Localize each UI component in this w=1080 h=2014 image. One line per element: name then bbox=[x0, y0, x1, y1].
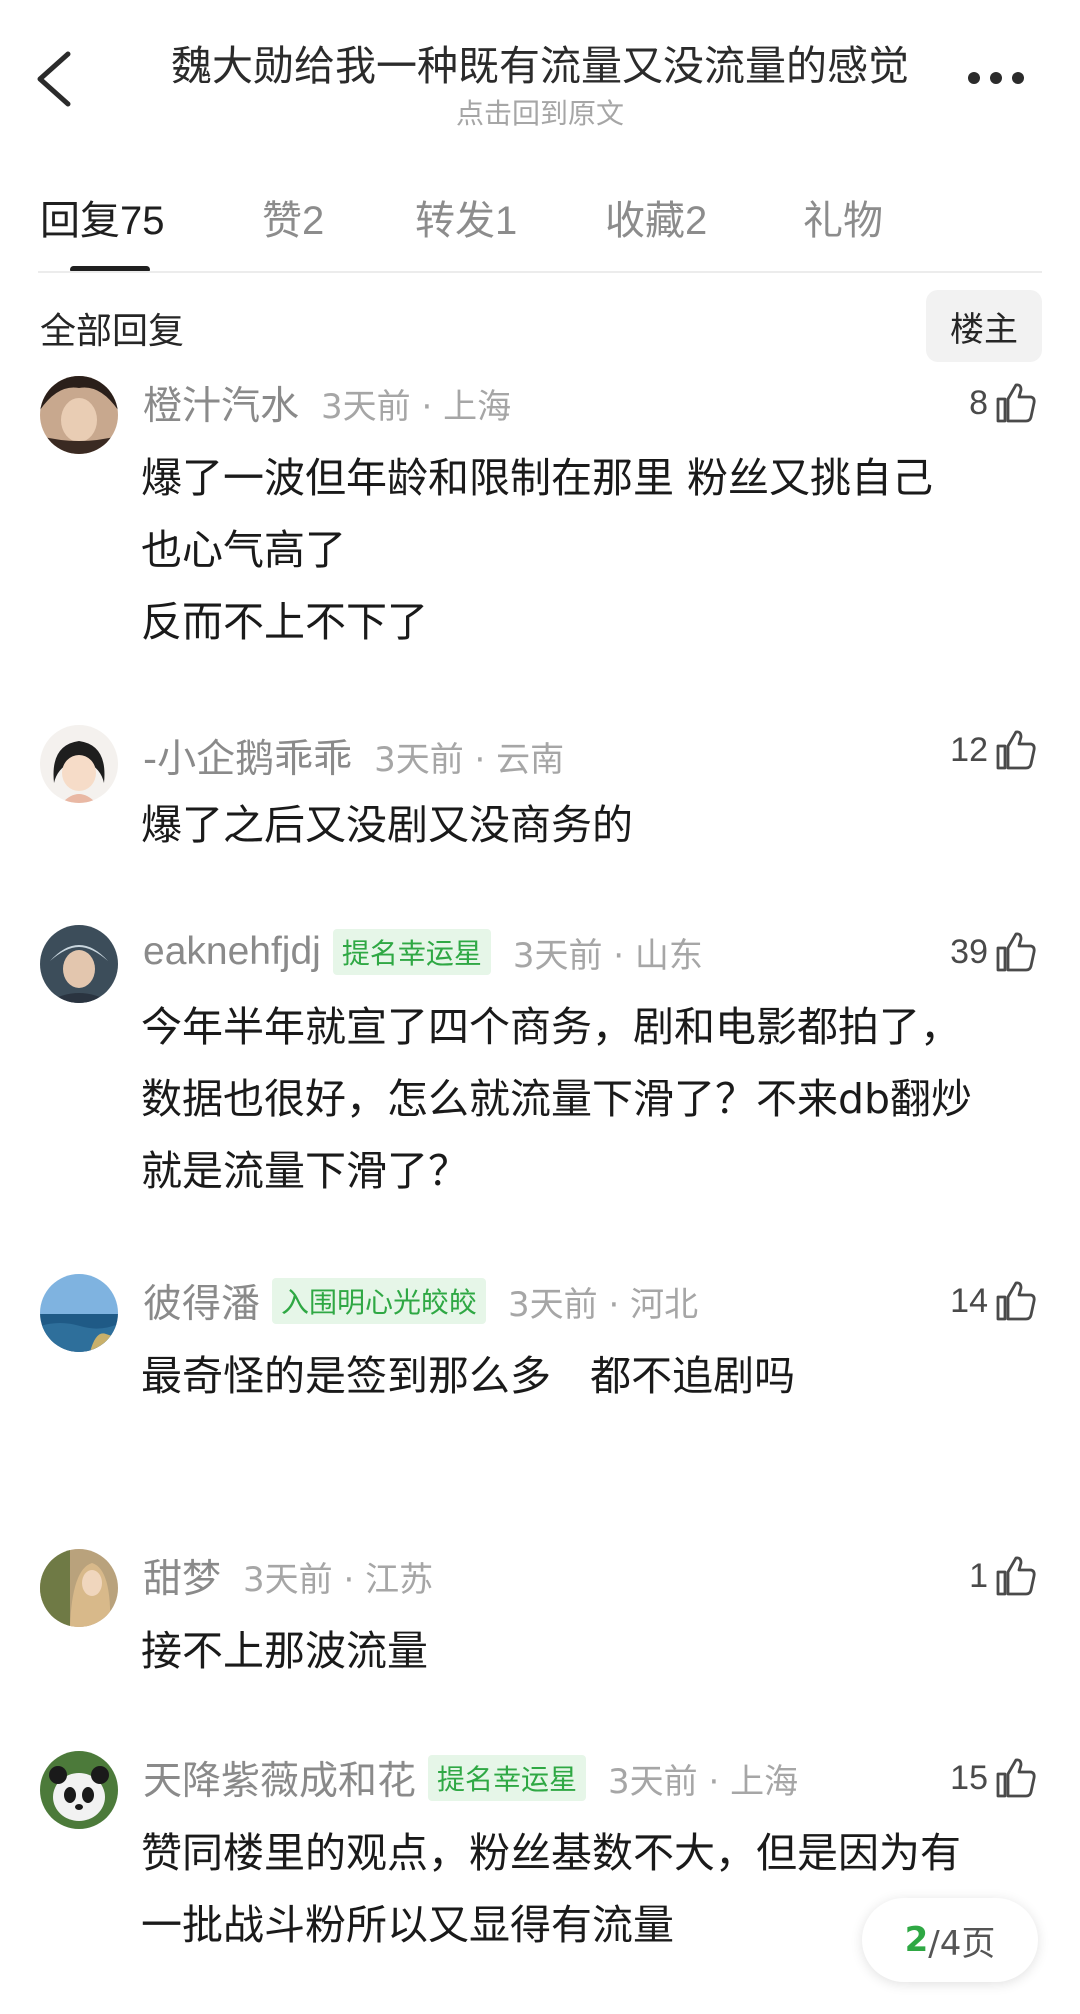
comment-time: 3天前 · 江苏 bbox=[243, 1559, 434, 1600]
tab-label: 转发 bbox=[415, 198, 495, 244]
tab-label: 礼物 bbox=[803, 198, 883, 244]
tab-bar: 回复75 赞2 转发1 收藏2 礼物 bbox=[0, 180, 1080, 273]
time-text: 3天前 bbox=[512, 935, 603, 976]
like-button[interactable]: 15 bbox=[950, 1753, 1038, 1803]
tab-favorites[interactable]: 收藏2 bbox=[605, 188, 707, 246]
username[interactable]: -小企鹅乖乖 bbox=[143, 728, 352, 784]
back-to-post-link[interactable]: 点击回到原文 bbox=[0, 92, 1080, 132]
like-count: 14 bbox=[950, 1281, 988, 1320]
time-text: 3天前 bbox=[243, 1559, 333, 1600]
like-button[interactable]: 8 bbox=[969, 378, 1038, 428]
avatar[interactable] bbox=[40, 376, 118, 454]
comment-text[interactable]: 最奇怪的是签到那么多 都不追剧吗 bbox=[141, 1340, 1041, 1412]
comment-header: 天降紫薇成和花 提名幸运星 3天前 · 上海 bbox=[143, 1750, 799, 1806]
like-button[interactable]: 39 bbox=[950, 927, 1038, 977]
comment-time: 3天前 · 上海 bbox=[321, 386, 512, 427]
avatar[interactable] bbox=[40, 1274, 118, 1352]
username[interactable]: 橙汁汽水 bbox=[143, 375, 299, 431]
comment-text[interactable]: 今年半年就宣了四个商务，剧和电影都拍了， 数据也很好，怎么就流量下滑了？不来db… bbox=[141, 991, 1041, 1207]
total-pages: /4页 bbox=[928, 1923, 996, 1964]
current-page: 2 bbox=[904, 1920, 929, 1960]
comment-time: 3天前 · 河北 bbox=[508, 1284, 699, 1325]
thumbs-up-icon bbox=[996, 932, 1036, 972]
comment-line: 反而不上不下了 bbox=[141, 598, 428, 646]
comment-header: 彼得潘 入围明心光皎皎 3天前 · 河北 bbox=[143, 1273, 699, 1329]
tab-label: 回复 bbox=[40, 198, 120, 244]
tab-gifts[interactable]: 礼物 bbox=[803, 188, 883, 246]
comment-line: 数据也很好，怎么就流量下滑了？不来db翻炒 bbox=[141, 1075, 973, 1123]
op-only-filter-button[interactable]: 楼主 bbox=[926, 290, 1042, 362]
time-text: 3天前 bbox=[374, 739, 464, 780]
tab-count: 1 bbox=[495, 199, 518, 243]
comment-text[interactable]: 爆了一波但年龄和限制在那里 粉丝又挑自己 也心气高了 反而不上不下了 bbox=[141, 442, 1041, 658]
like-button[interactable]: 1 bbox=[969, 1551, 1038, 1601]
location-text: 上海 bbox=[730, 1761, 799, 1802]
thumbs-up-icon bbox=[996, 1281, 1036, 1321]
comment-time: 3天前 · 山东 bbox=[512, 935, 703, 976]
comment-line: 接不上那波流量 bbox=[141, 1627, 428, 1675]
comment-time: 3天前 · 上海 bbox=[608, 1761, 799, 1802]
like-count: 12 bbox=[950, 730, 988, 769]
like-count: 15 bbox=[950, 1758, 988, 1797]
thumbs-up-icon bbox=[996, 1556, 1036, 1596]
user-badge: 提名幸运星 bbox=[428, 1755, 587, 1801]
post-title[interactable]: 魏大勋给我一种既有流量又没流量的感觉 bbox=[140, 32, 940, 92]
tab-replies[interactable]: 回复75 bbox=[40, 188, 165, 246]
tab-label: 收藏 bbox=[605, 198, 685, 244]
comment-line: 今年半年就宣了四个商务，剧和电影都拍了， bbox=[141, 1003, 961, 1051]
comment-line: 最奇怪的是签到那么多 都不追剧吗 bbox=[141, 1352, 796, 1400]
avatar[interactable] bbox=[40, 1751, 118, 1829]
avatar[interactable] bbox=[40, 1549, 118, 1627]
divider bbox=[38, 271, 1042, 273]
location-text: 山东 bbox=[634, 935, 703, 976]
like-count: 1 bbox=[969, 1556, 988, 1595]
comment-header: 甜梦 3天前 · 江苏 bbox=[143, 1548, 434, 1604]
time-text: 3天前 bbox=[608, 1761, 698, 1802]
comment-line: 爆了一波但年龄和限制在那里 粉丝又挑自己 bbox=[141, 454, 934, 502]
comment-header: 橙汁汽水 3天前 · 上海 bbox=[143, 375, 512, 431]
tab-count: 2 bbox=[302, 199, 325, 243]
username[interactable]: eaknehfjdj bbox=[143, 930, 321, 974]
location-text: 江苏 bbox=[365, 1559, 434, 1600]
like-button[interactable]: 12 bbox=[950, 725, 1038, 775]
like-button[interactable]: 14 bbox=[950, 1276, 1038, 1326]
thumbs-up-icon bbox=[996, 383, 1036, 423]
comment-line: 爆了之后又没剧又没商务的 bbox=[141, 801, 633, 849]
comment-header: -小企鹅乖乖 3天前 · 云南 bbox=[143, 728, 565, 784]
comment-text[interactable]: 接不上那波流量 bbox=[141, 1615, 1041, 1687]
user-badge: 提名幸运星 bbox=[332, 929, 491, 975]
comment-text[interactable]: 爆了之后又没剧又没商务的 bbox=[141, 789, 1041, 861]
comment-line: 就是流量下滑了？ bbox=[141, 1147, 469, 1195]
time-text: 3天前 bbox=[508, 1284, 598, 1325]
time-text: 3天前 bbox=[321, 386, 411, 427]
all-replies-title: 全部回复 bbox=[40, 311, 185, 352]
username[interactable]: 天降紫薇成和花 bbox=[143, 1750, 416, 1806]
user-badge: 入围明心光皎皎 bbox=[272, 1278, 487, 1324]
tab-count: 75 bbox=[120, 199, 165, 243]
like-count: 8 bbox=[969, 383, 988, 422]
location-text: 河北 bbox=[630, 1284, 699, 1325]
username[interactable]: 甜梦 bbox=[143, 1548, 221, 1604]
top-bar: 魏大勋给我一种既有流量又没流量的感觉 点击回到原文 bbox=[0, 0, 1080, 140]
tab-label: 赞 bbox=[262, 198, 302, 244]
comment-header: eaknehfjdj 提名幸运星 3天前 · 山东 bbox=[143, 927, 703, 977]
location-text: 云南 bbox=[496, 739, 565, 780]
username[interactable]: 彼得潘 bbox=[143, 1273, 260, 1329]
thumbs-up-icon bbox=[996, 1758, 1036, 1798]
location-text: 上海 bbox=[443, 386, 512, 427]
thumbs-up-icon bbox=[996, 730, 1036, 770]
tab-count: 2 bbox=[685, 199, 708, 243]
comment-line: 也心气高了 bbox=[141, 526, 346, 574]
page-indicator-button[interactable]: 2/4页 bbox=[862, 1898, 1038, 1982]
comment-line: 赞同楼里的观点，粉丝基数不大，但是因为有 bbox=[141, 1829, 961, 1877]
more-options-icon[interactable] bbox=[968, 72, 1024, 84]
avatar[interactable] bbox=[40, 925, 118, 1003]
tab-likes[interactable]: 赞2 bbox=[262, 188, 324, 246]
like-count: 39 bbox=[950, 932, 988, 971]
comment-time: 3天前 · 云南 bbox=[374, 739, 565, 780]
tab-reposts[interactable]: 转发1 bbox=[415, 188, 517, 246]
avatar[interactable] bbox=[40, 725, 118, 803]
